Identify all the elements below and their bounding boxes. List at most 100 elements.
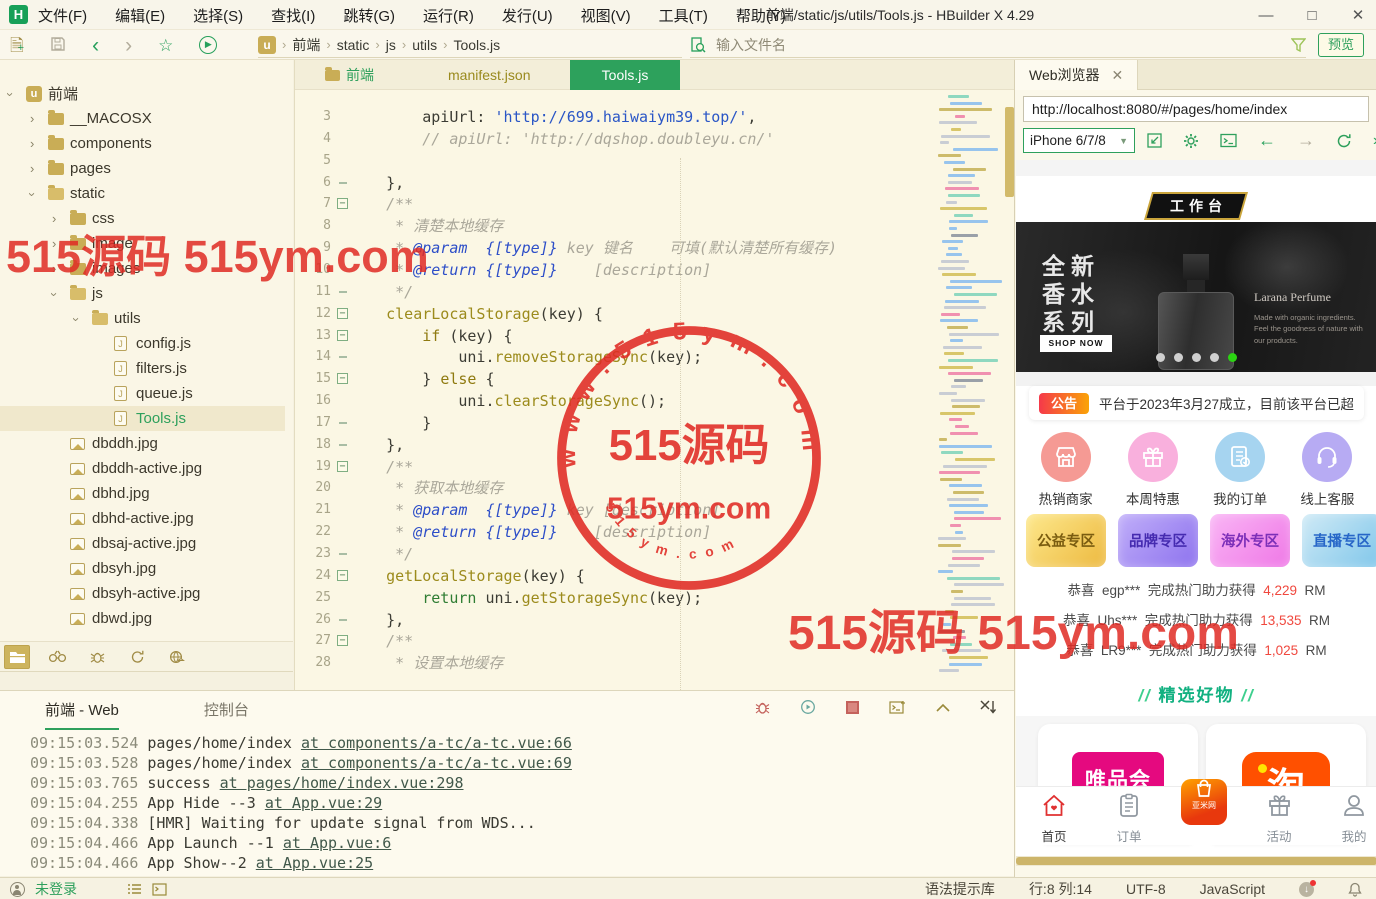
- tree-item-dbsyh-active.jpg[interactable]: dbsyh-active.jpg: [0, 581, 293, 606]
- maximize-button[interactable]: □: [1302, 7, 1322, 24]
- resize-window-icon[interactable]: [1147, 133, 1162, 148]
- bookmark-star-icon[interactable]: ☆: [158, 37, 173, 54]
- stop-icon[interactable]: [846, 701, 859, 714]
- save-icon[interactable]: [50, 36, 66, 55]
- zone-card-公益专区[interactable]: 公益专区: [1026, 514, 1106, 567]
- tree-item-dbddh-active.jpg[interactable]: dbddh-active.jpg: [0, 456, 293, 481]
- settings-gear-icon[interactable]: [1183, 133, 1199, 149]
- carousel-dot[interactable]: [1228, 353, 1237, 362]
- tree-item-__MACOSX[interactable]: ›__MACOSX: [0, 106, 293, 131]
- zone-card-海外专区[interactable]: 海外专区: [1210, 514, 1290, 567]
- fold-marker-icon[interactable]: −: [337, 461, 348, 472]
- terminal-icon[interactable]: [152, 883, 167, 896]
- cursor-position[interactable]: 行:8 列:14: [1029, 879, 1092, 899]
- debug-bug-icon[interactable]: [755, 700, 770, 715]
- log-source-link[interactable]: at pages/home/index.vue:298: [220, 774, 464, 792]
- quick-entry-本周特惠[interactable]: 本周特惠: [1118, 428, 1188, 514]
- tree-item-static[interactable]: ›static: [0, 181, 293, 206]
- nav-back-icon[interactable]: ←: [1258, 130, 1276, 151]
- log-source-link[interactable]: at components/a-tc/a-tc.vue:69: [301, 754, 572, 772]
- console-tab-main[interactable]: 控制台: [204, 699, 249, 730]
- search-binoculars-icon[interactable]: [44, 645, 70, 669]
- tree-chevron-icon[interactable]: ›: [52, 211, 56, 226]
- tree-chevron-icon[interactable]: ›: [30, 161, 34, 176]
- refresh-icon[interactable]: [124, 645, 150, 669]
- tree-item-dbhd.jpg[interactable]: dbhd.jpg: [0, 481, 293, 506]
- tab-tools-js[interactable]: Tools.js: [570, 60, 680, 90]
- clear-log-icon[interactable]: [980, 700, 996, 714]
- shop-now-button[interactable]: SHOP NOW: [1040, 335, 1112, 352]
- code-editor[interactable]: 前端 manifest.json Tools.js 3 apiUrl: 'htt…: [294, 60, 1014, 690]
- device-select[interactable]: iPhone 6/7/8 ▼: [1023, 128, 1135, 153]
- breadcrumb-item[interactable]: static: [337, 37, 370, 53]
- carousel-dot[interactable]: [1174, 353, 1183, 362]
- tree-chevron-icon[interactable]: ›: [52, 261, 56, 276]
- fold-marker-icon[interactable]: −: [337, 198, 348, 209]
- hero-banner[interactable]: 全新 香水 系列 SHOP NOW Larana Perfume Made wi…: [1016, 222, 1376, 372]
- nav-我的[interactable]: 我的: [1324, 793, 1376, 845]
- menu-item[interactable]: 发行(U): [502, 5, 553, 26]
- reload-icon[interactable]: [1336, 133, 1352, 149]
- preview-button[interactable]: 预览: [1318, 33, 1364, 57]
- menu-item[interactable]: 视图(V): [581, 5, 631, 26]
- forward-icon[interactable]: ›: [125, 35, 132, 56]
- tree-item-filters.js[interactable]: Jfilters.js: [0, 356, 293, 381]
- minimize-button[interactable]: —: [1256, 7, 1276, 24]
- preview-hscrollbar[interactable]: [1016, 856, 1376, 866]
- menu-item[interactable]: 选择(S): [193, 5, 243, 26]
- login-status[interactable]: 未登录: [35, 879, 77, 899]
- breadcrumb-item[interactable]: Tools.js: [453, 37, 500, 53]
- menu-item[interactable]: 查找(I): [271, 5, 315, 26]
- remote-sync-globe-icon[interactable]: [164, 645, 190, 669]
- account-icon[interactable]: [10, 882, 25, 897]
- nav-商家[interactable]: 亚米网商家: [1174, 793, 1234, 815]
- collapse-panel-icon[interactable]: [936, 703, 950, 712]
- tree-item-dbsaj-active.jpg[interactable]: dbsaj-active.jpg: [0, 531, 293, 556]
- console-tab-web[interactable]: 前端 - Web: [45, 699, 119, 730]
- close-button[interactable]: ✕: [1348, 6, 1368, 24]
- fold-marker-icon[interactable]: −: [337, 330, 348, 341]
- fold-marker-icon[interactable]: −: [337, 570, 348, 581]
- tree-item-queue.js[interactable]: Jqueue.js: [0, 381, 293, 406]
- syntax-lib-label[interactable]: 语法提示库: [925, 879, 995, 899]
- tree-item-css[interactable]: ›css: [0, 206, 293, 231]
- outline-list-icon[interactable]: [127, 883, 142, 895]
- tree-chevron-icon[interactable]: ›: [30, 111, 34, 126]
- restart-icon[interactable]: [800, 699, 816, 715]
- carousel-dot[interactable]: [1192, 353, 1201, 362]
- tree-item-config.js[interactable]: Jconfig.js: [0, 331, 293, 356]
- tree-chevron-icon[interactable]: ›: [47, 292, 62, 296]
- quick-entry-线上客服[interactable]: 线上客服: [1292, 428, 1362, 514]
- tree-item-image[interactable]: ›image: [0, 231, 293, 256]
- log-source-link[interactable]: at components/a-tc/a-tc.vue:66: [301, 734, 572, 752]
- tab-project[interactable]: 前端: [325, 60, 374, 90]
- tree-item-images[interactable]: ›images: [0, 256, 293, 281]
- tree-item-dbhd-active.jpg[interactable]: dbhd-active.jpg: [0, 506, 293, 531]
- update-icon[interactable]: ↓: [1299, 882, 1314, 897]
- tree-item-dbsyh.jpg[interactable]: dbsyh.jpg: [0, 556, 293, 581]
- quick-entry-热销商家[interactable]: 热销商家: [1031, 428, 1101, 514]
- breadcrumb-item[interactable]: js: [386, 37, 396, 53]
- browser-tab[interactable]: Web浏览器 ✕: [1015, 60, 1138, 90]
- tree-chevron-icon[interactable]: ›: [25, 192, 40, 196]
- back-icon[interactable]: ‹: [92, 35, 99, 56]
- tree-item-pages[interactable]: ›pages: [0, 156, 293, 181]
- minimap[interactable]: [936, 95, 1004, 685]
- nav-活动[interactable]: 活动: [1249, 793, 1309, 845]
- tree-chevron-icon[interactable]: ›: [69, 317, 84, 321]
- search-input[interactable]: [714, 36, 1194, 54]
- new-file-icon[interactable]: 🗎+: [10, 37, 24, 54]
- zone-card-直播专区[interactable]: 直播专区: [1302, 514, 1376, 567]
- tab-manifest-json[interactable]: manifest.json: [448, 60, 530, 90]
- tree-item-dbddh.jpg[interactable]: dbddh.jpg: [0, 431, 293, 456]
- breadcrumb-item[interactable]: 前端: [292, 35, 320, 55]
- tree-item-前端[interactable]: ›u前端: [0, 81, 293, 106]
- tree-item-components[interactable]: ›components: [0, 131, 293, 156]
- notice-bar[interactable]: 公告 平台于2023年3月27成立，目前该平台已超正...: [1029, 386, 1364, 420]
- tree-chevron-icon[interactable]: ›: [52, 236, 56, 251]
- new-console-icon[interactable]: [889, 700, 906, 715]
- encoding-label[interactable]: UTF-8: [1126, 881, 1166, 897]
- breadcrumb-item[interactable]: utils: [412, 37, 437, 53]
- carousel-dot[interactable]: [1156, 353, 1165, 362]
- tree-item-js[interactable]: ›js: [0, 281, 293, 306]
